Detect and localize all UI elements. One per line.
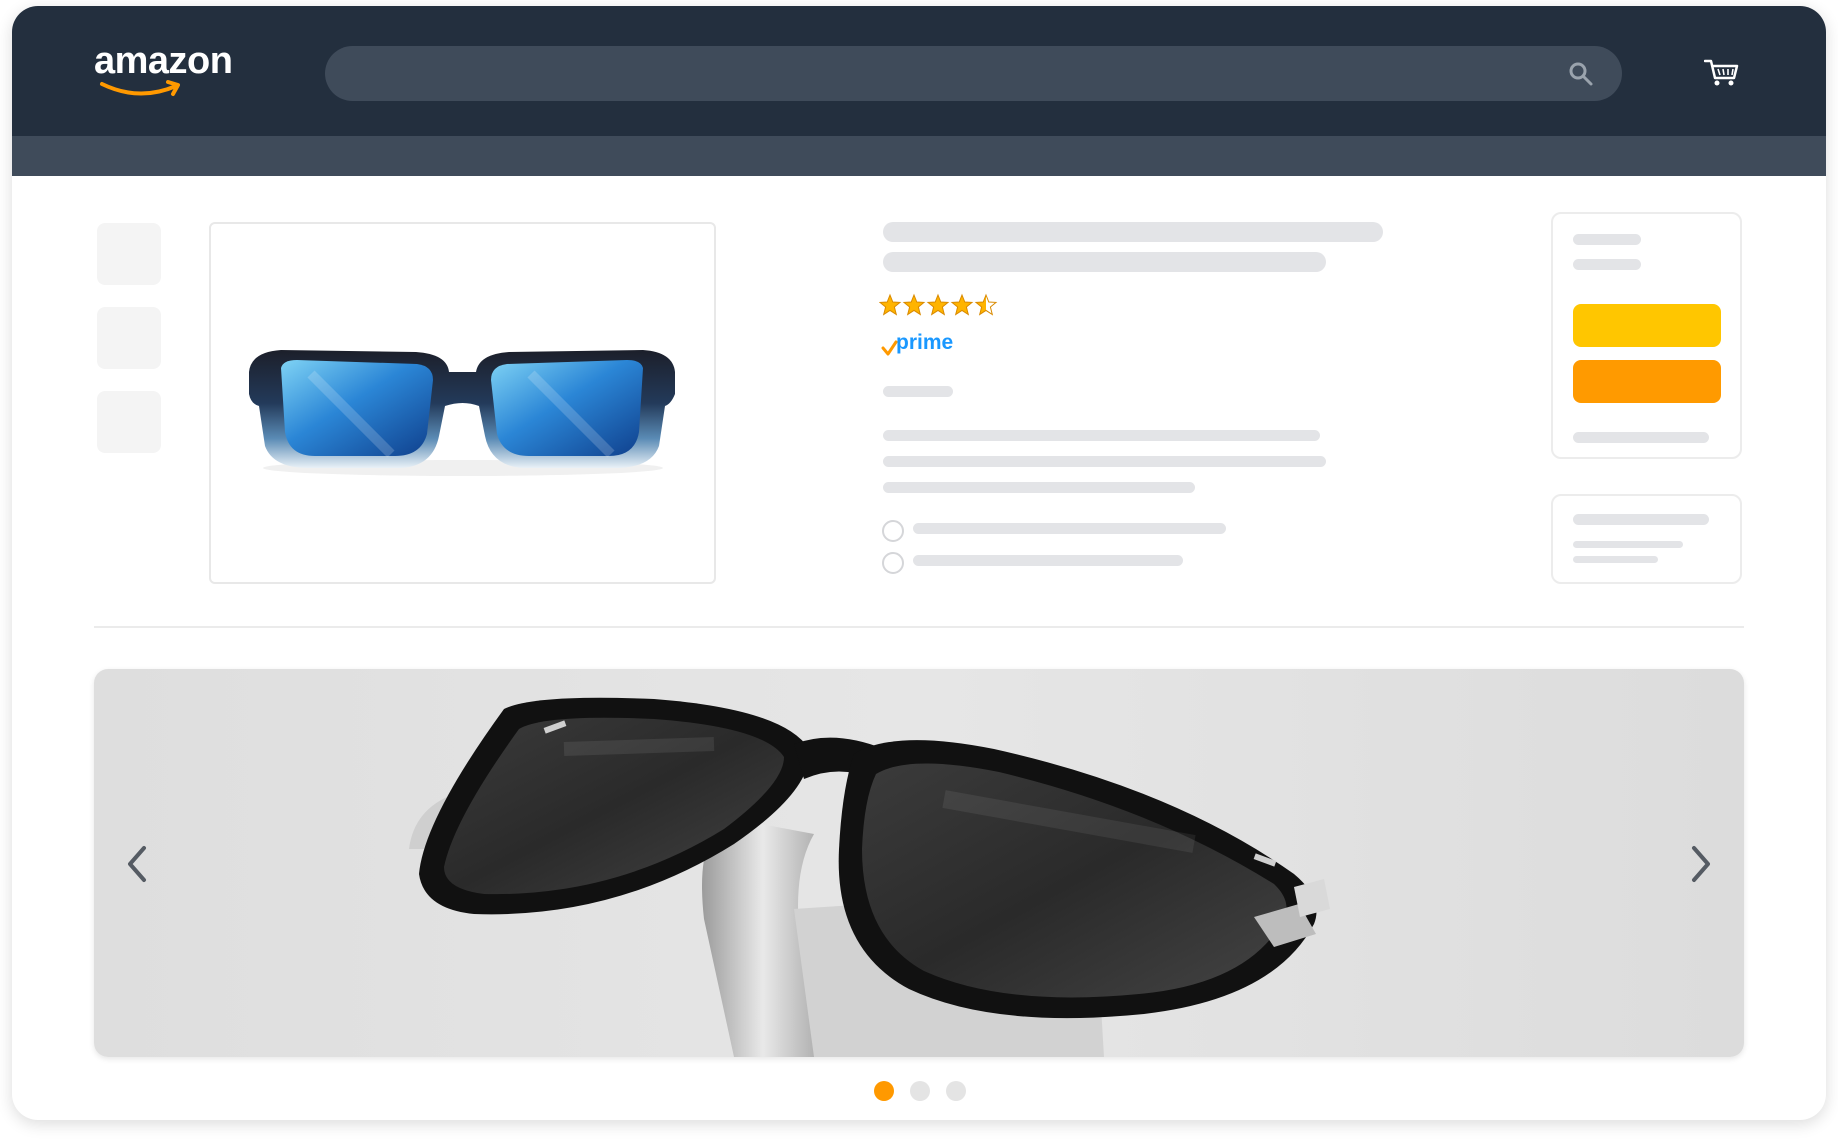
option-radio[interactable] bbox=[882, 520, 904, 542]
logo-text: amazon bbox=[94, 40, 233, 82]
buy-box-placeholder bbox=[1573, 432, 1709, 443]
product-image-frame[interactable] bbox=[209, 222, 716, 584]
option-radio[interactable] bbox=[882, 552, 904, 574]
section-divider bbox=[94, 626, 1744, 628]
option-label-placeholder bbox=[913, 523, 1226, 534]
chevron-left-icon[interactable] bbox=[122, 844, 152, 884]
product-thumbnail[interactable] bbox=[97, 223, 161, 285]
secondary-card bbox=[1551, 494, 1742, 584]
add-to-cart-button[interactable] bbox=[1573, 304, 1721, 347]
site-header: amazon bbox=[12, 6, 1826, 136]
description-placeholder bbox=[883, 456, 1326, 467]
buy-box-placeholder bbox=[1573, 234, 1641, 245]
buy-box bbox=[1551, 212, 1742, 459]
card-placeholder bbox=[1573, 541, 1683, 548]
search-input[interactable] bbox=[325, 46, 1622, 101]
search-icon[interactable] bbox=[1568, 61, 1594, 87]
amazon-logo[interactable]: amazon bbox=[94, 38, 254, 108]
cart-icon[interactable] bbox=[1704, 58, 1740, 88]
option-label-placeholder bbox=[913, 555, 1183, 566]
black-sunglasses-image bbox=[409, 697, 1330, 1057]
carousel-banner[interactable] bbox=[94, 669, 1744, 1057]
browser-window: amazon prime bbox=[12, 6, 1826, 1120]
product-thumbnail[interactable] bbox=[97, 307, 161, 369]
nav-subbar bbox=[12, 136, 1826, 176]
buy-box-placeholder bbox=[1573, 259, 1641, 270]
buy-now-button[interactable] bbox=[1573, 360, 1721, 403]
card-placeholder bbox=[1573, 556, 1658, 563]
blue-sunglasses-image bbox=[249, 350, 675, 476]
carousel-dot[interactable] bbox=[946, 1081, 966, 1101]
card-placeholder bbox=[1573, 514, 1709, 525]
chevron-right-icon[interactable] bbox=[1686, 844, 1716, 884]
title-placeholder bbox=[883, 252, 1326, 272]
price-placeholder bbox=[883, 386, 953, 397]
description-placeholder bbox=[883, 482, 1195, 493]
product-thumbnail[interactable] bbox=[97, 391, 161, 453]
carousel-dot-active[interactable] bbox=[874, 1081, 894, 1101]
description-placeholder bbox=[883, 430, 1320, 441]
title-placeholder bbox=[883, 222, 1383, 242]
rating-stars-icon[interactable] bbox=[879, 292, 999, 318]
carousel-dot[interactable] bbox=[910, 1081, 930, 1101]
logo-smile-icon bbox=[100, 80, 180, 96]
prime-label: prime bbox=[896, 331, 954, 354]
